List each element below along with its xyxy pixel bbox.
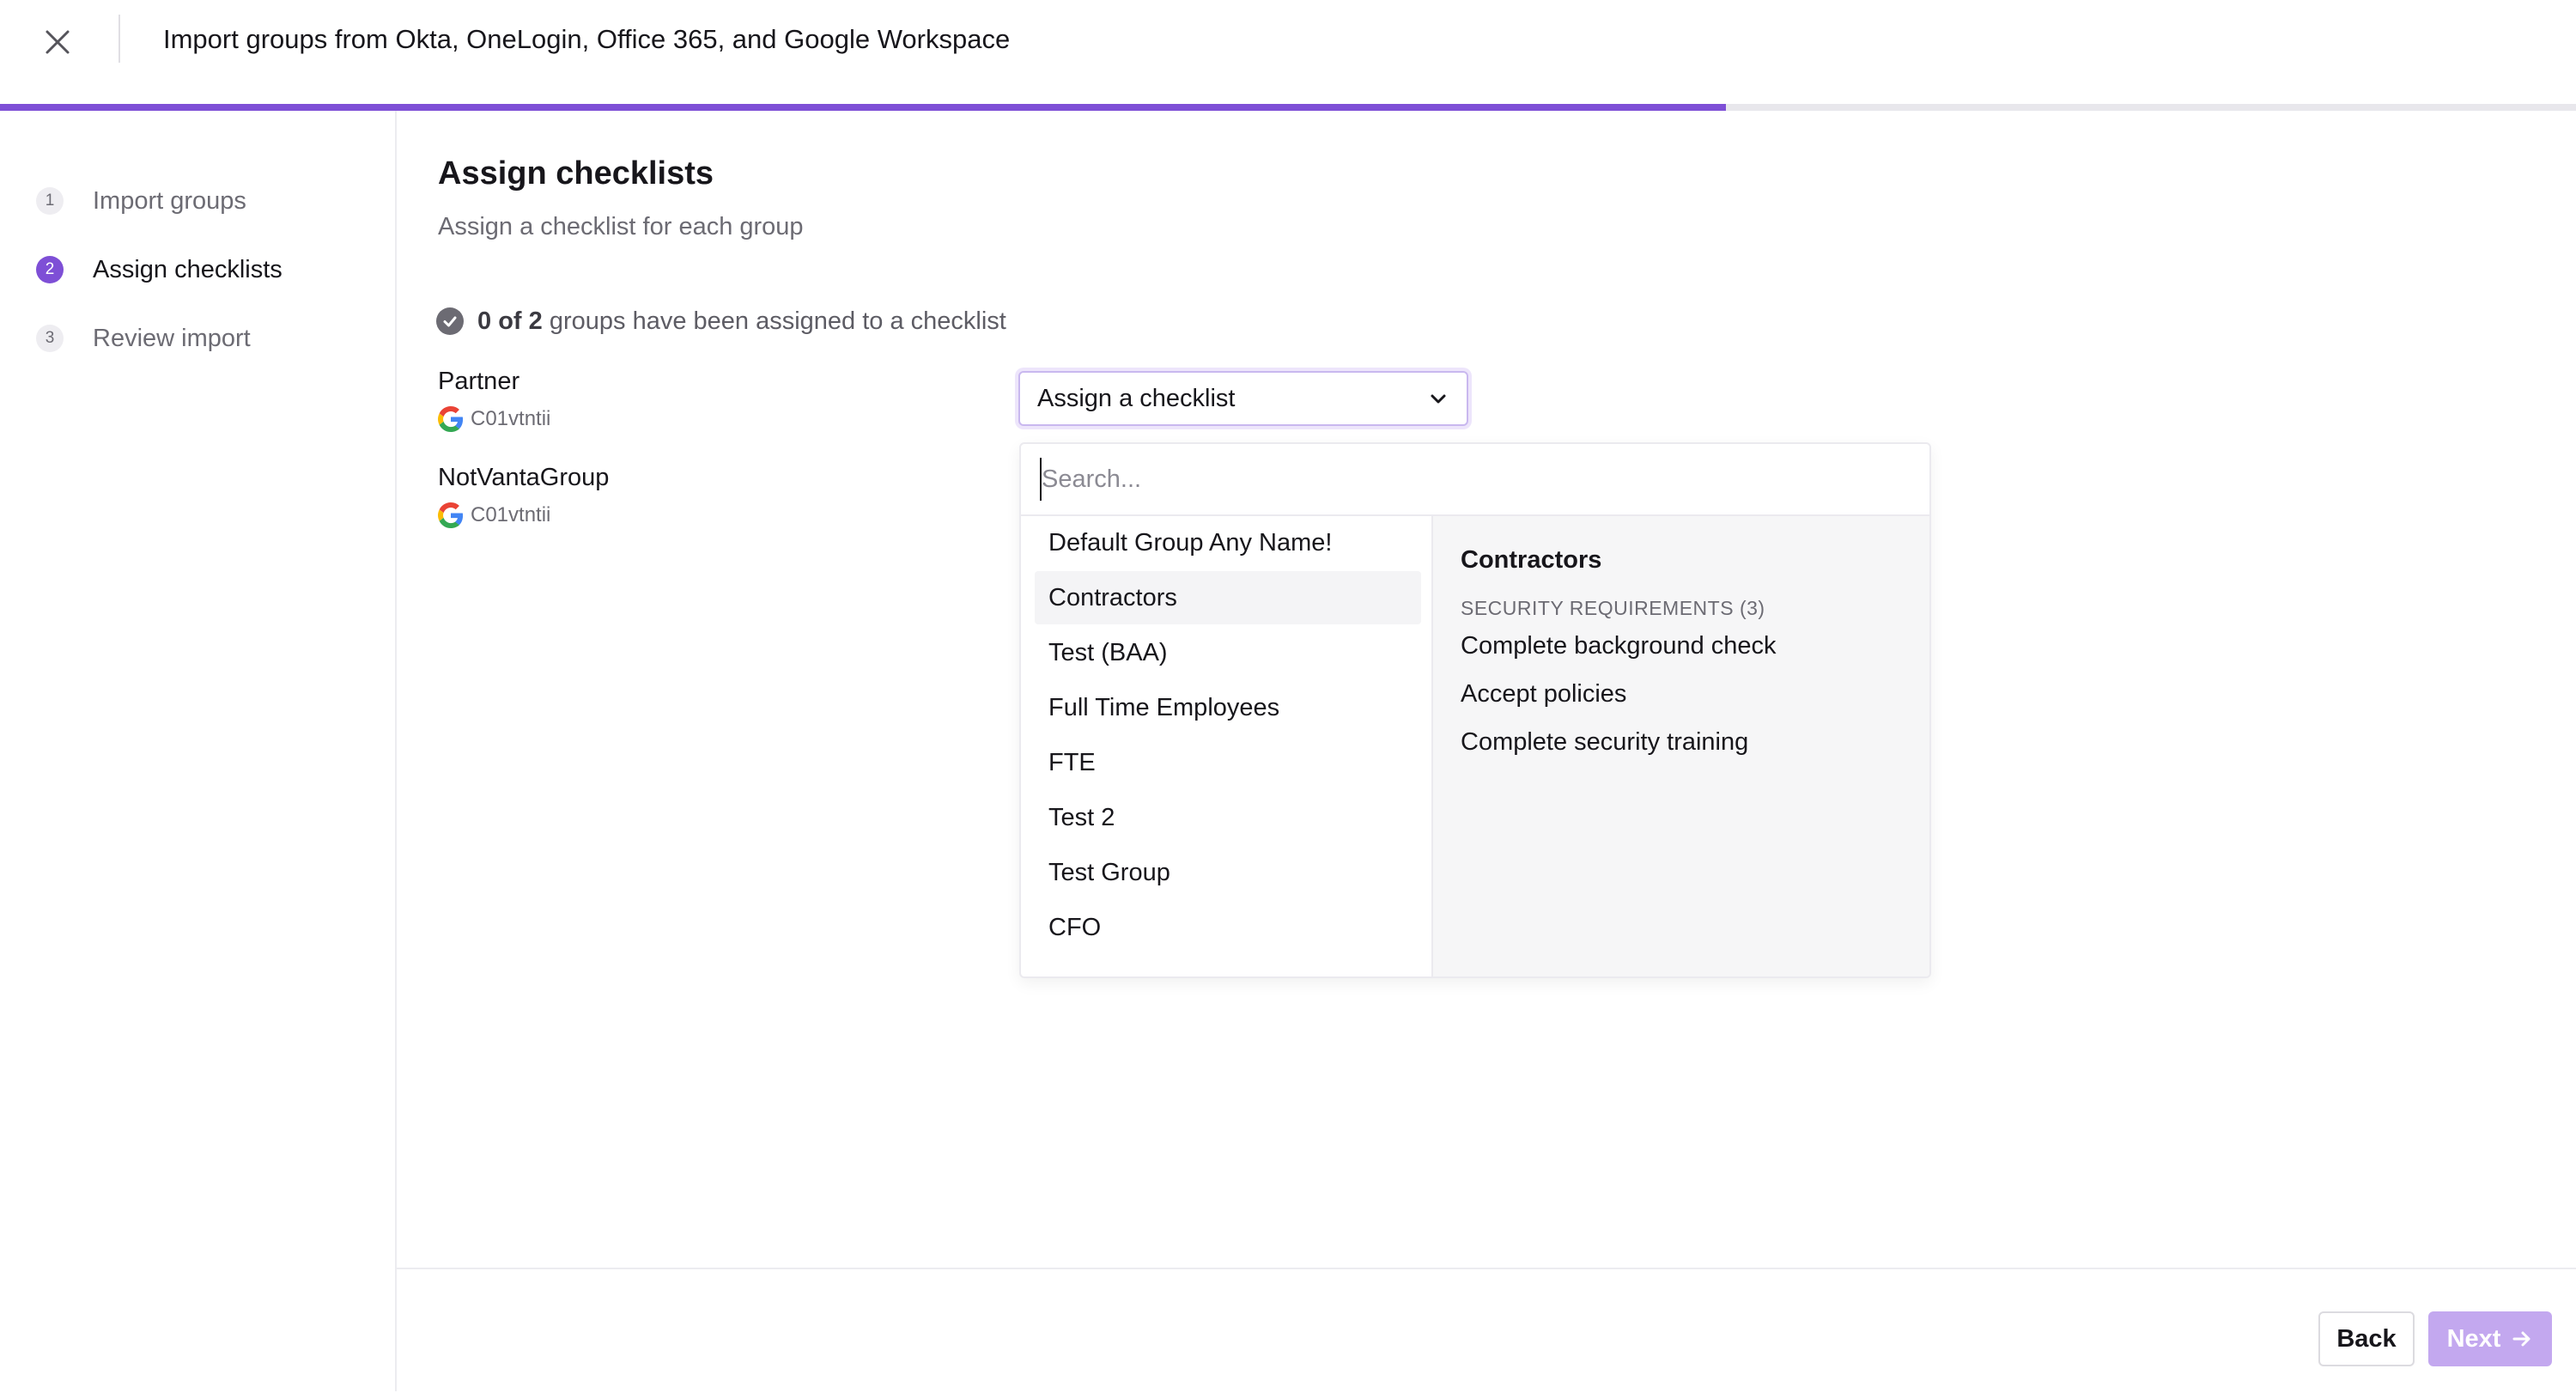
option-item[interactable]: Test 2 — [1035, 791, 1421, 844]
next-button[interactable]: Next — [2428, 1311, 2552, 1366]
option-item[interactable]: Full Time Employees — [1035, 681, 1421, 734]
google-icon — [438, 406, 464, 432]
close-button[interactable] — [33, 17, 82, 67]
group-name: NotVantaGroup — [438, 464, 610, 491]
group-id-row: C01vtntii — [438, 499, 550, 532]
option-item[interactable]: Contractors — [1035, 571, 1421, 624]
assign-checklist-select[interactable]: Assign a checklist — [1018, 371, 1468, 426]
option-item[interactable]: Default Group Any Name! — [1035, 516, 1421, 569]
assigned-count: 0 — [477, 307, 492, 335]
checklist-options: Default Group Any Name! Contractors Test… — [1021, 516, 1433, 976]
header-divider — [118, 15, 120, 63]
assignment-status: 0 of 2 groups have been assigned to a ch… — [436, 302, 1006, 340]
step-import-groups[interactable]: 1 Import groups — [36, 179, 246, 222]
progress-bar — [0, 104, 2576, 111]
requirement-item: Complete background check — [1461, 632, 1777, 660]
back-button[interactable]: Back — [2318, 1311, 2415, 1366]
modal-header: Import groups from Okta, OneLogin, Offic… — [0, 0, 2576, 104]
checklist-dropdown: Default Group Any Name! Contractors Test… — [1019, 442, 1931, 978]
total-count: 2 — [528, 307, 543, 335]
option-item[interactable]: FTE — [1035, 736, 1421, 789]
step-number: 2 — [36, 256, 64, 283]
select-label: Assign a checklist — [1037, 384, 1236, 412]
option-item[interactable]: Test (BAA) — [1035, 626, 1421, 679]
page-subtitle: Assign a checklist for each group — [438, 213, 804, 240]
step-assign-checklists[interactable]: 2 Assign checklists — [36, 248, 283, 291]
preview-title: Contractors — [1461, 546, 1602, 574]
checklist-preview: Contractors SECURITY REQUIREMENTS (3) Co… — [1433, 516, 1929, 976]
option-item[interactable]: Test Group — [1035, 846, 1421, 899]
step-label: Assign checklists — [93, 255, 283, 283]
modal-title: Import groups from Okta, OneLogin, Offic… — [163, 24, 1011, 54]
step-number: 1 — [36, 187, 64, 215]
search-input[interactable] — [1040, 458, 1909, 501]
search-box — [1021, 444, 1929, 516]
step-label: Review import — [93, 324, 251, 352]
option-item[interactable]: CFO — [1035, 901, 1421, 954]
chevron-down-icon — [1431, 394, 1446, 404]
arrow-right-icon — [2512, 1331, 2530, 1347]
requirement-item: Complete security training — [1461, 728, 1749, 756]
group-id: C01vtntii — [471, 503, 551, 526]
step-label: Import groups — [93, 186, 246, 215]
of-word: of — [498, 307, 522, 335]
check-circle-icon — [436, 307, 464, 335]
progress-bar-fill — [0, 104, 1726, 111]
modal-footer — [397, 1268, 2576, 1393]
group-id: C01vtntii — [471, 407, 551, 430]
step-number: 3 — [36, 325, 64, 352]
status-text: groups have been assigned to a checklist — [549, 307, 1006, 335]
preview-section-label: SECURITY REQUIREMENTS (3) — [1461, 597, 1765, 619]
group-id-row: C01vtntii — [438, 403, 550, 435]
close-icon — [46, 30, 70, 54]
requirement-item: Accept policies — [1461, 680, 1627, 708]
page-title: Assign checklists — [438, 155, 714, 192]
steps-sidebar: 1 Import groups 2 Assign checklists 3 Re… — [0, 111, 397, 1391]
google-icon — [438, 502, 464, 528]
group-name: Partner — [438, 368, 520, 395]
next-label: Next — [2446, 1324, 2501, 1353]
step-review-import[interactable]: 3 Review import — [36, 317, 251, 360]
